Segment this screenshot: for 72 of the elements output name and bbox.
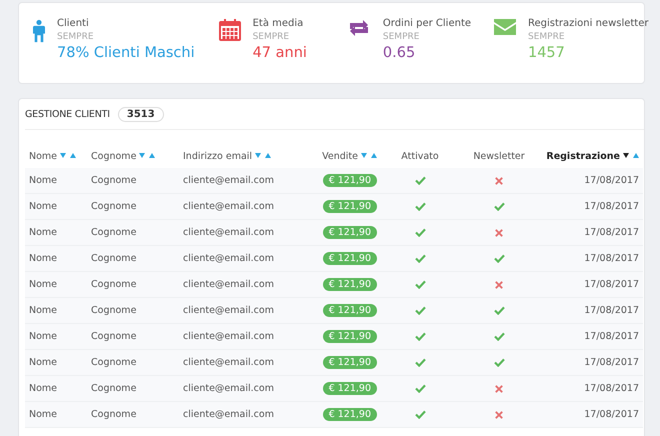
stat-period: SEMPRE xyxy=(528,31,566,43)
column-header[interactable]: Registrazione xyxy=(546,150,620,162)
table-cell: Cognome xyxy=(91,305,136,316)
table-cell: cliente@email.com xyxy=(183,227,274,238)
table-cell: Nome xyxy=(29,201,58,212)
table-cell: Cognome xyxy=(91,227,136,238)
table-cell: Nome xyxy=(29,279,58,290)
stat-period: SEMPRE xyxy=(57,31,95,43)
sort-icon[interactable] xyxy=(623,153,639,159)
table-cell: 17/08/2017 xyxy=(584,305,639,316)
count-badge: 3513 xyxy=(118,106,164,122)
table-cell: Nome xyxy=(29,253,58,264)
column-header[interactable]: Cognome xyxy=(91,150,136,162)
stat-value: 0.65 xyxy=(382,44,416,63)
sales-badge: € 121,90 xyxy=(322,356,377,369)
table-cell: cliente@email.com xyxy=(183,253,274,264)
table-cell: Cognome xyxy=(91,409,136,420)
table-cell: Nome xyxy=(29,227,58,238)
stat-label: Ordini per Cliente xyxy=(382,17,472,31)
table-cell: cliente@email.com xyxy=(183,331,274,342)
table-cell: cliente@email.com xyxy=(183,279,274,290)
table-cell: 17/08/2017 xyxy=(584,253,639,264)
sales-badge: € 121,90 xyxy=(322,174,377,187)
stat-label: Clienti xyxy=(57,17,90,31)
stat-period: SEMPRE xyxy=(252,31,290,43)
table-cell: 17/08/2017 xyxy=(584,201,639,212)
table-cell: cliente@email.com xyxy=(183,305,274,316)
stat-value: 47 anni xyxy=(252,44,307,63)
table-cell: Cognome xyxy=(91,357,136,368)
table-cell: Cognome xyxy=(91,279,136,290)
table-title: GESTIONE CLIENTI xyxy=(25,108,110,120)
table-cell: 17/08/2017 xyxy=(584,279,639,290)
table-cell: 17/08/2017 xyxy=(584,227,639,238)
column-header[interactable]: Indirizzo email xyxy=(183,150,252,162)
table-cell: 17/08/2017 xyxy=(584,383,639,394)
table-cell: 17/08/2017 xyxy=(584,357,639,368)
column-header: Newsletter xyxy=(473,150,525,162)
stat-label: Età media xyxy=(252,17,304,31)
table-cell: Nome xyxy=(29,175,58,186)
column-header: Attivato xyxy=(401,150,439,162)
table-cell: 17/08/2017 xyxy=(584,409,639,420)
table-cell: cliente@email.com xyxy=(183,201,274,212)
table-cell: cliente@email.com xyxy=(183,383,274,394)
sales-badge: € 121,90 xyxy=(322,278,377,291)
table-cell: Cognome xyxy=(91,331,136,342)
table-cell: Cognome xyxy=(91,383,136,394)
sales-badge: € 121,90 xyxy=(322,304,377,317)
stat-period: SEMPRE xyxy=(382,31,420,43)
table-cell: Cognome xyxy=(91,253,136,264)
table-cell: cliente@email.com xyxy=(183,175,274,186)
stat-label: Registrazioni newsletter xyxy=(528,17,648,31)
table-cell: 17/08/2017 xyxy=(584,175,639,186)
table-cell: Nome xyxy=(29,383,58,394)
sales-badge: € 121,90 xyxy=(322,200,377,213)
sales-badge: € 121,90 xyxy=(322,408,377,421)
sales-badge: € 121,90 xyxy=(322,330,377,343)
table-cell: Nome xyxy=(29,331,58,342)
sales-badge: € 121,90 xyxy=(322,252,377,265)
table-cell: Nome xyxy=(29,409,58,420)
table-cell: Cognome xyxy=(91,201,136,212)
table-cell: cliente@email.com xyxy=(183,409,274,420)
stat-value: 1457 xyxy=(528,44,566,63)
sales-badge: € 121,90 xyxy=(322,226,377,239)
table-cell: Cognome xyxy=(91,175,136,186)
column-header[interactable]: Vendite xyxy=(322,150,358,162)
table-cell: Nome xyxy=(29,357,58,368)
table-cell: 17/08/2017 xyxy=(584,331,639,342)
table-cell: Nome xyxy=(29,305,58,316)
sales-badge: € 121,90 xyxy=(322,382,377,395)
stat-value: 78% Clienti Maschi xyxy=(57,44,195,63)
column-header[interactable]: Nome xyxy=(29,150,58,162)
table-cell: cliente@email.com xyxy=(183,357,274,368)
